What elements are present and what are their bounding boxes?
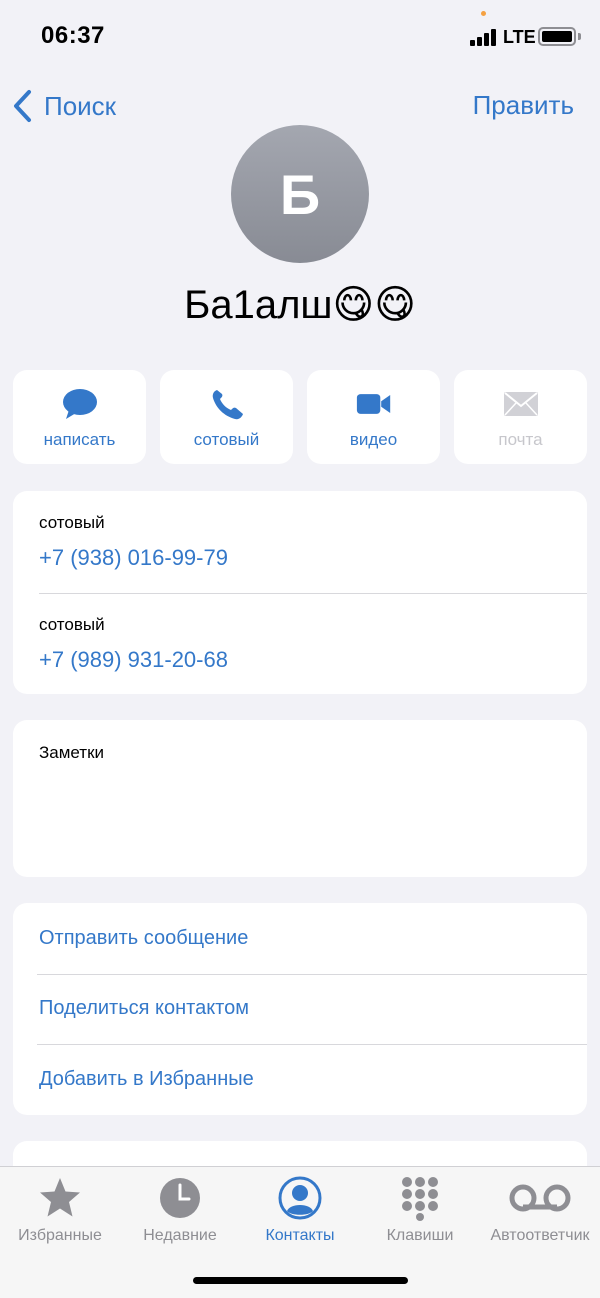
- message-action-label: написать: [43, 430, 116, 449]
- phone-row[interactable]: сотовый +7 (938) 016-99-79: [13, 491, 587, 593]
- phone-type-label: сотовый: [39, 513, 105, 532]
- mail-action-label: почта: [498, 430, 543, 449]
- network-type: LTE: [503, 27, 536, 47]
- battery-tip: [578, 33, 581, 40]
- call-action-label: сотовый: [193, 430, 260, 449]
- contact-name: Ба1алш😋😋: [184, 283, 416, 327]
- camera-indicator-dot: [481, 11, 486, 16]
- back-button-label: Поиск: [44, 90, 117, 121]
- edit-button[interactable]: Править: [473, 90, 574, 121]
- cellular-signal-icon: [470, 28, 496, 46]
- notes-label: Заметки: [39, 743, 105, 762]
- tab-recents[interactable]: Недавние: [120, 1175, 240, 1245]
- contact-actions-card: Отправить сообщение Поделиться контактом…: [13, 903, 587, 1115]
- chevron-left-icon: [14, 90, 31, 122]
- call-action-button[interactable]: сотовый: [160, 370, 293, 464]
- tab-voicemail[interactable]: Автоответчик: [480, 1175, 600, 1245]
- add-to-favorites-link[interactable]: Добавить в Избранные: [13, 1044, 587, 1115]
- phone-icon: [212, 390, 243, 420]
- clock-icon: [160, 1178, 200, 1218]
- tab-keypad[interactable]: Клавиши: [360, 1175, 480, 1245]
- notes-card[interactable]: Заметки: [13, 720, 587, 877]
- avatar: Б: [231, 125, 369, 263]
- phone-type-label: сотовый: [39, 614, 105, 634]
- message-bubble-icon: [62, 389, 97, 419]
- tab-label: Клавиши: [386, 1227, 454, 1244]
- video-action-label: видео: [349, 430, 398, 449]
- back-button[interactable]: Поиск: [12, 86, 116, 126]
- tab-label: Автоответчик: [490, 1227, 590, 1244]
- phone-number[interactable]: +7 (989) 931-20-68: [39, 647, 228, 673]
- voicemail-icon: [509, 1184, 571, 1212]
- share-contact-link[interactable]: Поделиться контактом: [13, 973, 587, 1045]
- tab-label: Недавние: [143, 1227, 217, 1244]
- phone-numbers-card: сотовый +7 (938) 016-99-79 сотовый +7 (9…: [13, 491, 587, 694]
- home-indicator[interactable]: [193, 1277, 408, 1284]
- mail-envelope-icon: [503, 392, 538, 416]
- keypad-icon: [402, 1177, 438, 1221]
- send-message-link[interactable]: Отправить сообщение: [13, 903, 587, 974]
- person-circle-icon: [278, 1176, 322, 1220]
- tab-label: Избранные: [18, 1227, 102, 1244]
- message-action-button[interactable]: написать: [13, 370, 146, 464]
- mail-action-button[interactable]: почта: [454, 370, 587, 464]
- phone-row[interactable]: сотовый +7 (989) 931-20-68: [13, 592, 587, 695]
- quick-actions: написать сотовый видео почта: [13, 370, 587, 464]
- tab-contacts[interactable]: Контакты: [240, 1175, 360, 1245]
- battery-icon: [538, 27, 576, 46]
- status-bar: 06:37 LTE: [0, 0, 600, 70]
- tab-favorites[interactable]: Избранные: [0, 1175, 120, 1245]
- status-time: 06:37: [41, 22, 105, 49]
- video-camera-icon: [356, 394, 390, 414]
- video-action-button[interactable]: видео: [307, 370, 440, 464]
- phone-number[interactable]: +7 (938) 016-99-79: [39, 545, 228, 571]
- tab-label: Контакты: [265, 1227, 335, 1244]
- avatar-initial: Б: [279, 162, 321, 226]
- star-icon: [40, 1178, 80, 1217]
